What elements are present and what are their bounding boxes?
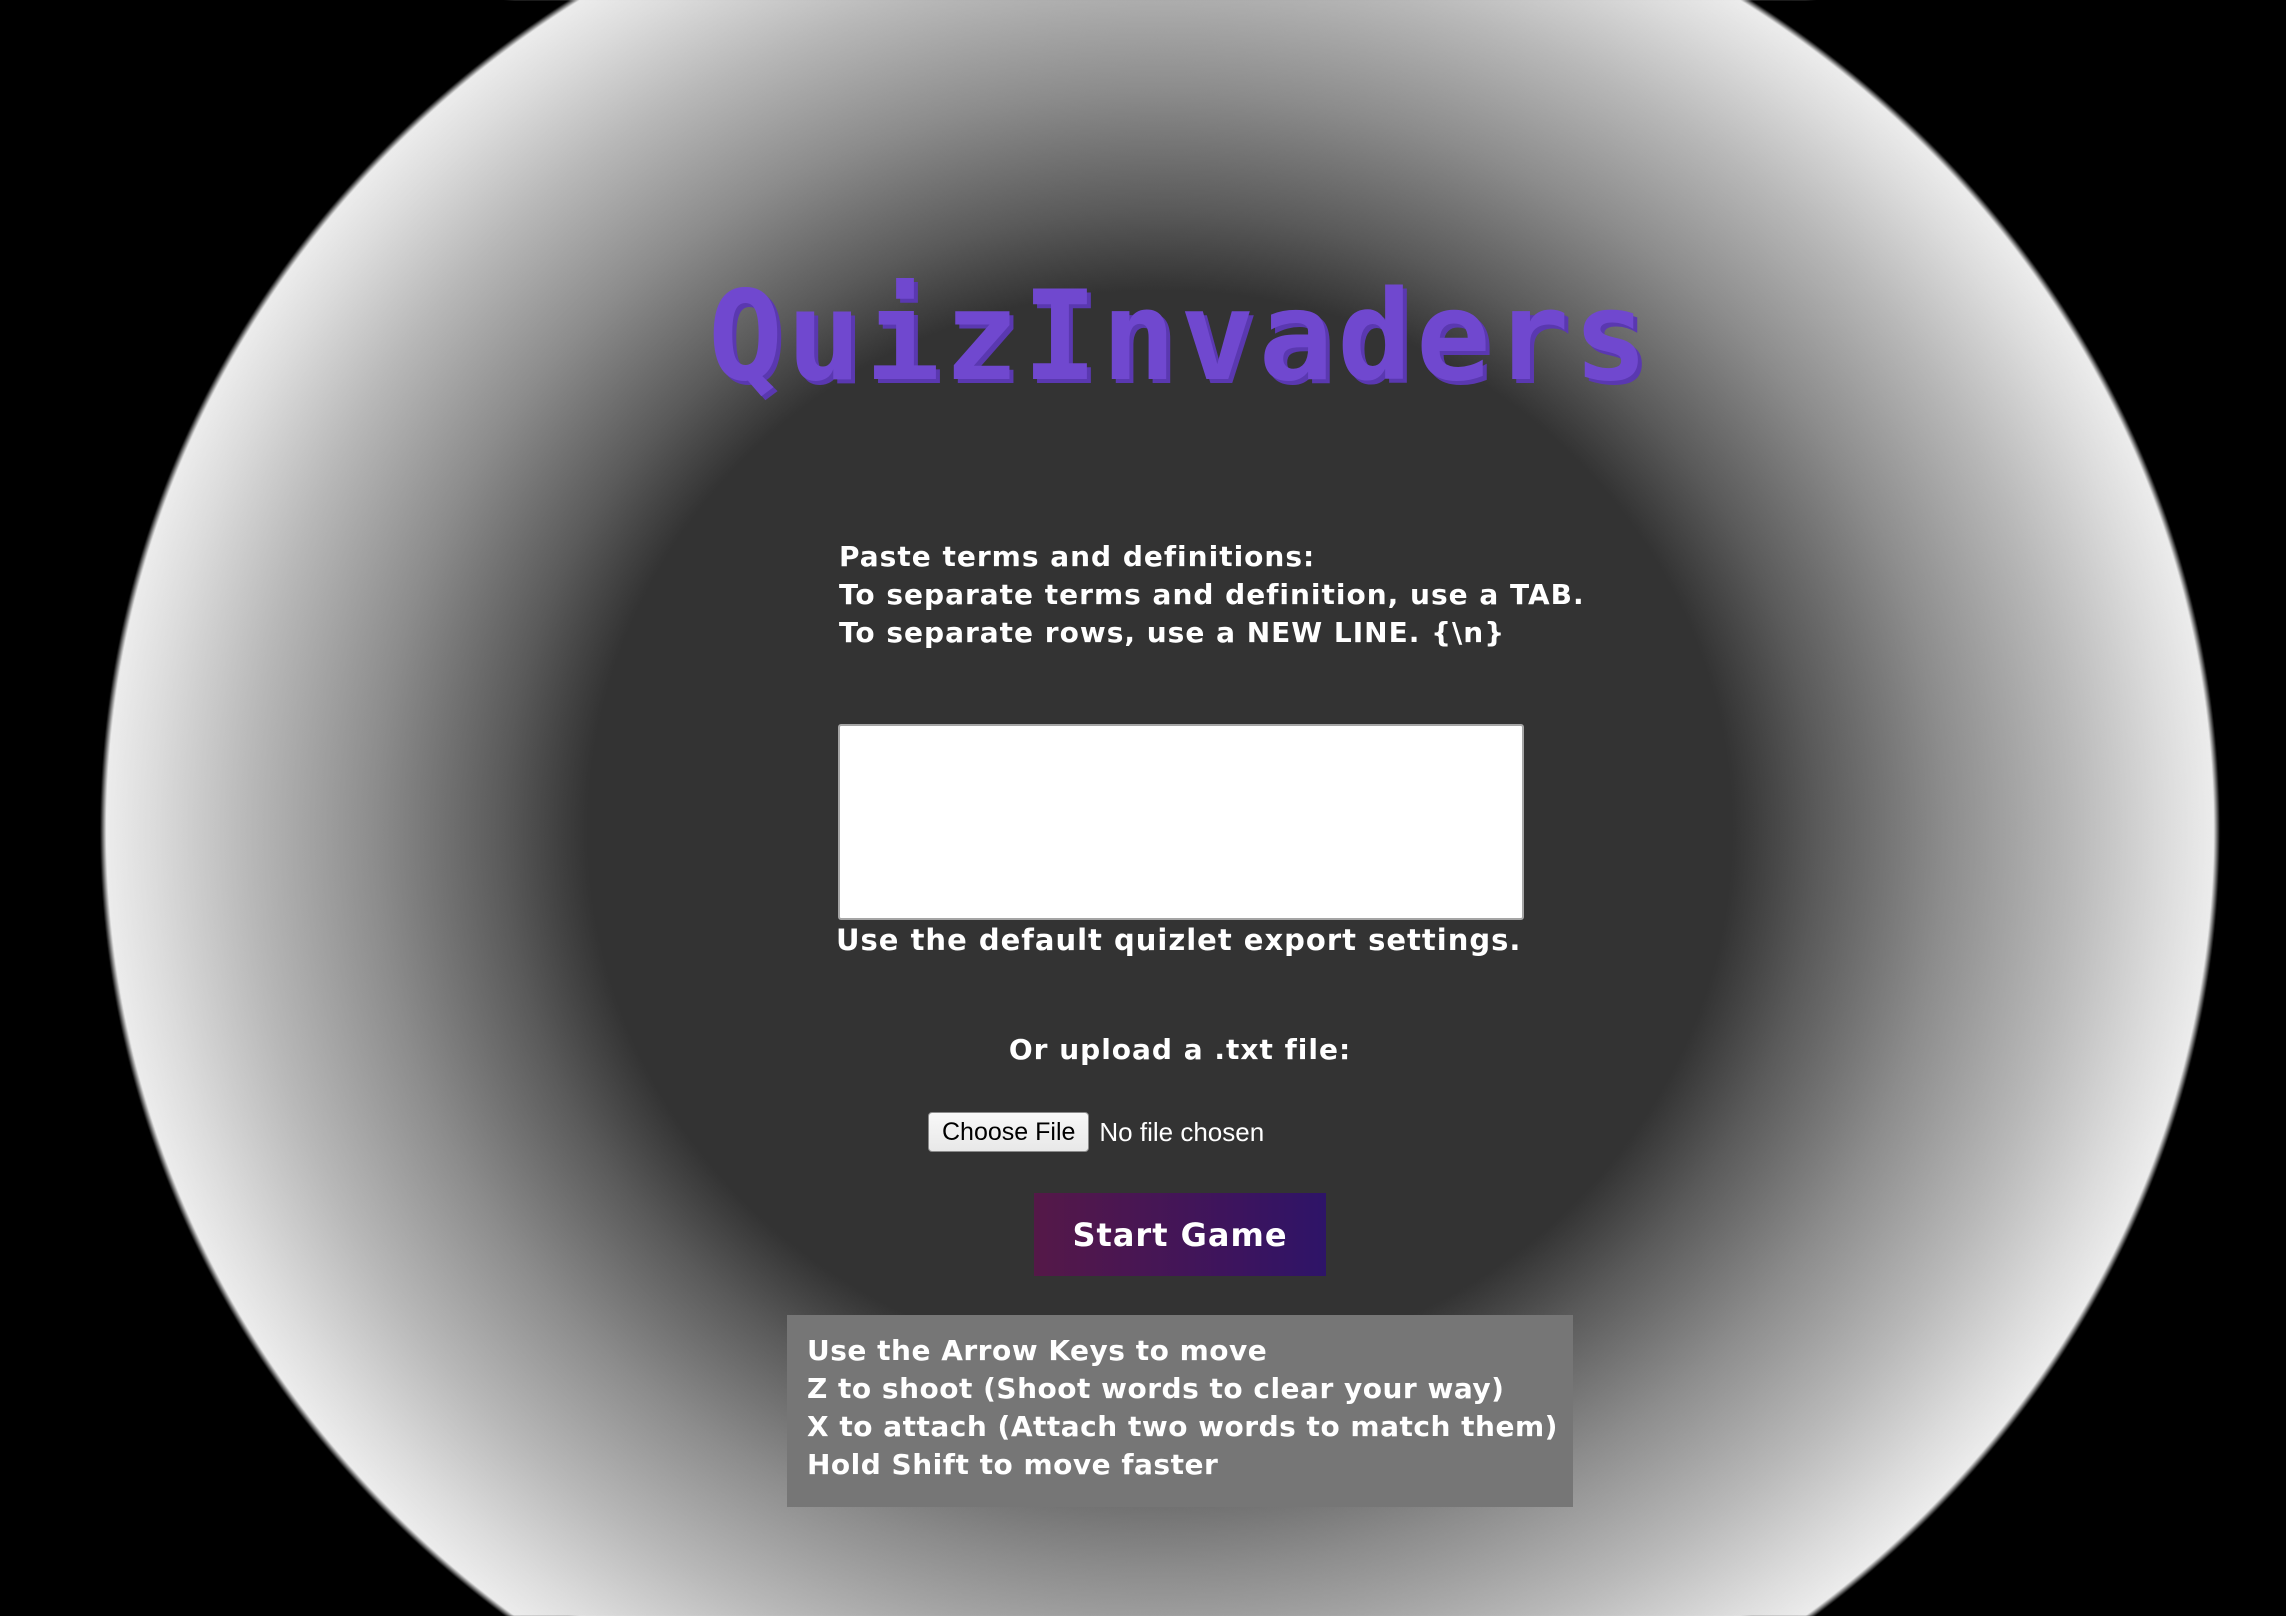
choose-file-button[interactable]: Choose File [928, 1112, 1090, 1152]
instruction-line: To separate rows, use a NEW LINE. {\n} [839, 616, 1506, 649]
controls-line: Hold Shift to move faster [807, 1448, 1219, 1481]
terms-textarea[interactable] [838, 724, 1524, 920]
paste-instructions: Paste terms and definitions: To separate… [839, 538, 1585, 652]
instruction-line: To separate terms and definition, use a … [839, 578, 1585, 611]
file-upload: Choose File No file chosen [928, 1112, 1264, 1152]
controls-line: X to attach (Attach two words to match t… [807, 1410, 1558, 1443]
export-hint: Use the default quizlet export settings. [836, 923, 1522, 957]
controls-line: Z to shoot (Shoot words to clear your wa… [807, 1372, 1505, 1405]
game-title: QuizInvaders [708, 265, 1652, 409]
upload-label: Or upload a .txt file: [1008, 1033, 1352, 1066]
controls-panel: Use the Arrow Keys to move Z to shoot (S… [787, 1315, 1573, 1507]
controls-line: Use the Arrow Keys to move [807, 1334, 1268, 1367]
file-status: No file chosen [1099, 1116, 1265, 1147]
instruction-line: Paste terms and definitions: [839, 540, 1316, 573]
start-game-button[interactable]: Start Game [1034, 1193, 1326, 1276]
